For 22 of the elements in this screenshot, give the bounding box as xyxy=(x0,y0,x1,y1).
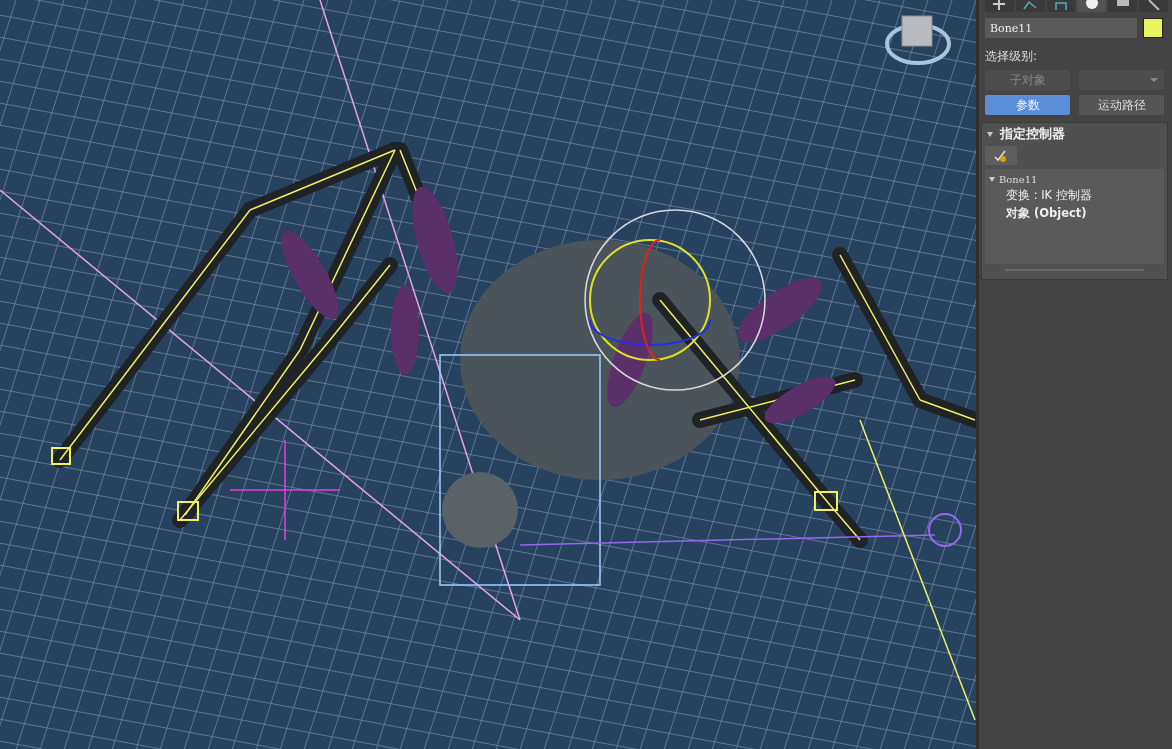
color-swatch[interactable] xyxy=(1143,18,1163,38)
check-icon xyxy=(994,149,1008,162)
assign-controller-button[interactable] xyxy=(985,146,1017,165)
utilities-tab[interactable] xyxy=(1139,0,1168,12)
collapse-icon xyxy=(987,131,993,137)
tree-item[interactable]: 对象 (Object) xyxy=(1006,204,1162,222)
create-tab[interactable] xyxy=(985,0,1014,12)
caret-icon xyxy=(1150,78,1158,82)
display-tab[interactable] xyxy=(1108,0,1138,12)
rollout-header[interactable]: 指定控制器 xyxy=(985,126,1164,142)
viewcube-icon[interactable] xyxy=(885,15,951,65)
modify-tab[interactable] xyxy=(1015,0,1045,12)
motion-tab[interactable] xyxy=(1077,0,1107,12)
tree-item[interactable]: 变换 : IK 控制器 xyxy=(1006,186,1162,204)
rollout-title: 指定控制器 xyxy=(1000,125,1065,143)
object-name-field[interactable]: Bone11 xyxy=(985,18,1137,38)
expand-icon xyxy=(989,176,995,182)
trajectories-button[interactable]: 运动路径 xyxy=(1079,95,1164,115)
tree-item[interactable]: Bone11 xyxy=(987,172,1162,186)
plus-icon xyxy=(992,0,1007,10)
selection-level-label: 选择级别: xyxy=(985,48,1039,65)
tree-item-label: Bone11 xyxy=(999,173,1038,185)
